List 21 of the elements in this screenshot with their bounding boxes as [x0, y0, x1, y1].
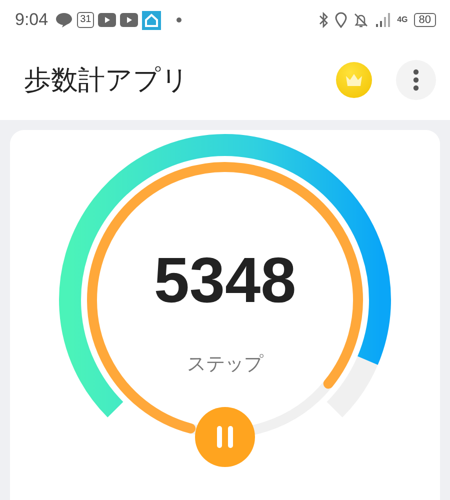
battery-level: 80: [414, 13, 436, 27]
home-app-icon: [142, 10, 162, 30]
bluetooth-icon: [319, 12, 330, 28]
chat-bubble-icon: [55, 12, 74, 28]
more-icon: [413, 69, 419, 91]
video-play-icon: [120, 13, 138, 27]
step-unit-label: ステップ: [187, 353, 263, 375]
bell-off-icon: [353, 12, 370, 28]
network-type: 4G: [397, 16, 408, 24]
step-count: 5348: [154, 244, 296, 316]
clock-time: 9:04: [15, 10, 48, 30]
calendar-icon: 31: [77, 12, 94, 28]
video-play-icon: [98, 13, 116, 27]
app-title: 歩数計アプリ: [24, 64, 189, 98]
crown-icon: [345, 73, 363, 87]
goal-ring-track: [326, 356, 378, 417]
signal-icon: [375, 12, 392, 28]
more-menu-button[interactable]: [396, 60, 436, 100]
location-pin-icon: [335, 12, 348, 28]
premium-crown-button[interactable]: [336, 62, 372, 98]
pause-icon: [216, 426, 234, 448]
